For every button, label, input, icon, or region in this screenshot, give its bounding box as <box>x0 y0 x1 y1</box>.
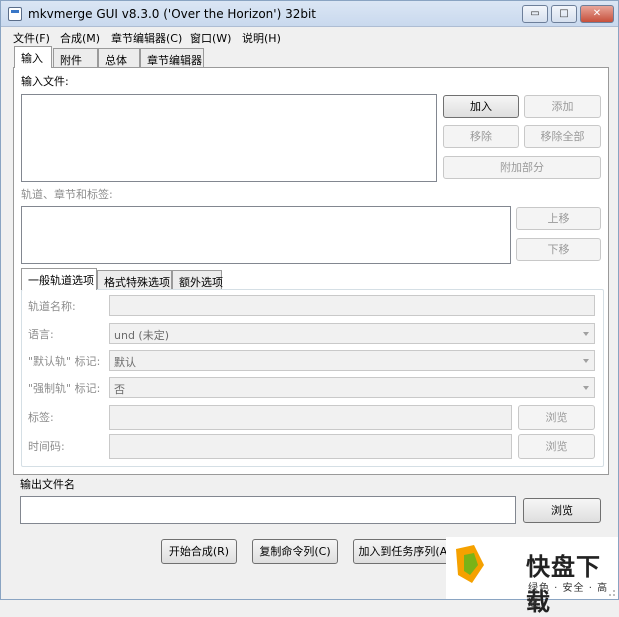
tab-general-track-options[interactable]: 一般轨道选项 <box>21 268 97 290</box>
menu-bar: 文件(F) 合成(M) 章节编辑器(C) 窗口(W) 说明(H) <box>1 27 618 47</box>
output-filename-input[interactable] <box>20 496 516 524</box>
menu-mux[interactable]: 合成(M) <box>60 30 100 46</box>
tab-format-specific-options[interactable]: 格式特殊选项 <box>97 270 172 290</box>
tab-global[interactable]: 总体 <box>98 48 140 68</box>
remove-all-button[interactable]: 移除全部 <box>524 125 601 148</box>
start-muxing-button[interactable]: 开始合成(R) <box>161 539 237 564</box>
chevron-down-icon <box>583 386 589 390</box>
window-title: mkvmerge GUI v8.3.0 ('Over the Horizon')… <box>28 7 316 21</box>
move-down-button[interactable]: 下移 <box>516 238 601 261</box>
minimize-icon: ▭ <box>530 8 540 19</box>
remove-button[interactable]: 移除 <box>443 125 519 148</box>
watermark-slogan: 绿色 · 安全 · 高速 <box>528 583 609 609</box>
language-select[interactable]: und (未定) <box>109 323 595 344</box>
default-flag-select[interactable]: 默认 <box>109 350 595 371</box>
track-name-input[interactable] <box>109 295 595 316</box>
menu-window[interactable]: 窗口(W) <box>190 30 231 46</box>
timecodes-browse-button[interactable]: 浏览 <box>518 434 595 459</box>
menu-help[interactable]: 说明(H) <box>242 30 281 46</box>
track-name-label: 轨道名称: <box>28 300 76 313</box>
app-icon <box>8 7 22 21</box>
close-button[interactable]: ✕ <box>580 5 614 23</box>
add-to-queue-button[interactable]: 加入到任务序列(A) <box>353 539 457 564</box>
menu-chapter-editor[interactable]: 章节编辑器(C) <box>111 30 182 46</box>
output-browse-button[interactable]: 浏览 <box>523 498 601 523</box>
menu-file[interactable]: 文件(F) <box>13 30 50 46</box>
timecodes-label: 时间码: <box>28 440 65 453</box>
chevron-down-icon <box>583 332 589 336</box>
input-files-list[interactable] <box>21 94 437 182</box>
tags-browse-button[interactable]: 浏览 <box>518 405 595 430</box>
input-panel: 输入文件: 加入 添加 移除 移除全部 附加部分 轨道、章节和标签: 上移 下移… <box>13 67 609 475</box>
move-up-button[interactable]: 上移 <box>516 207 601 230</box>
tracks-list[interactable] <box>21 206 511 264</box>
input-files-label: 输入文件: <box>21 75 69 88</box>
download-logo-icon <box>456 545 484 583</box>
default-flag-value: 默认 <box>114 356 136 369</box>
app-window: mkvmerge GUI v8.3.0 ('Over the Horizon')… <box>0 0 619 616</box>
maximize-icon: □ <box>559 8 569 19</box>
title-bar: mkvmerge GUI v8.3.0 ('Over the Horizon')… <box>1 1 618 27</box>
maximize-button[interactable]: □ <box>551 5 577 23</box>
language-value: und (未定) <box>114 329 170 342</box>
tags-label: 标签: <box>28 411 54 424</box>
chevron-down-icon <box>583 359 589 363</box>
watermark-logo: 快盘下载 绿色 · 安全 · 高速 <box>446 537 618 616</box>
copy-command-button[interactable]: 复制命令列(C) <box>252 539 338 564</box>
language-label: 语言: <box>28 328 54 341</box>
default-flag-label: "默认轨" 标记: <box>28 355 101 368</box>
close-icon: ✕ <box>592 8 602 19</box>
tracks-label: 轨道、章节和标签: <box>21 188 113 201</box>
additional-parts-button[interactable]: 附加部分 <box>443 156 601 179</box>
resize-grip-icon[interactable] <box>606 587 616 597</box>
forced-flag-value: 否 <box>114 383 125 396</box>
tab-input[interactable]: 输入 <box>14 46 52 68</box>
tab-chapter-editor[interactable]: 章节编辑器 <box>140 48 204 68</box>
append-button[interactable]: 添加 <box>524 95 601 118</box>
tab-extra-options[interactable]: 额外选项 <box>172 270 223 290</box>
tab-attachments[interactable]: 附件 <box>53 48 98 68</box>
output-filename-label: 输出文件名 <box>20 478 75 491</box>
forced-flag-label: "强制轨" 标记: <box>28 382 101 395</box>
add-button[interactable]: 加入 <box>443 95 519 118</box>
forced-flag-select[interactable]: 否 <box>109 377 595 398</box>
minimize-button[interactable]: ▭ <box>522 5 548 23</box>
tags-input[interactable] <box>109 405 512 430</box>
timecodes-input[interactable] <box>109 434 512 459</box>
track-options-box: 轨道名称: 语言: und (未定) "默认轨" 标记: 默认 "强制轨" 标记… <box>21 289 604 467</box>
